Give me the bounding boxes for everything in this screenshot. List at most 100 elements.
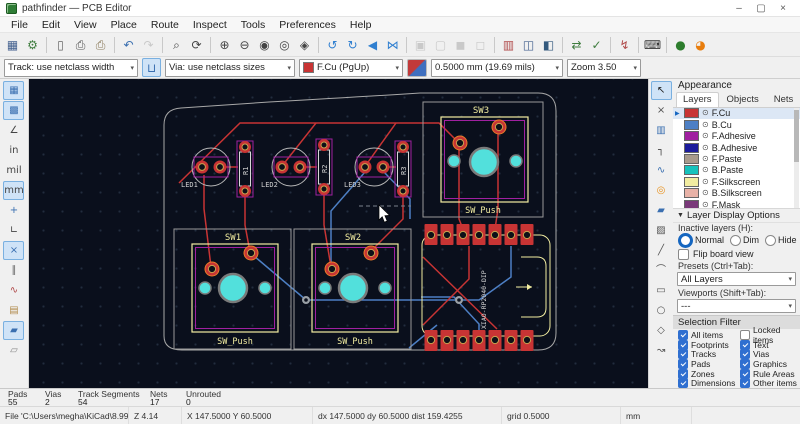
menu-tools[interactable]: Tools [234,19,273,31]
draw-line-button[interactable]: ╱ [651,241,672,260]
tab-layers[interactable]: Layers [676,92,719,107]
layer-color-swatch[interactable] [684,165,699,176]
select-tool-button[interactable]: ↖ [650,81,672,100]
layer-color-swatch[interactable] [684,108,699,119]
layer-visibility-eye-icon[interactable]: ⊙ [702,200,709,208]
highlight-net-button[interactable]: × [651,101,672,120]
menu-preferences[interactable]: Preferences [272,19,343,31]
layer-row-f-paste[interactable]: ⊙ F.Paste [673,153,800,164]
footprint-browser-button[interactable]: ◫ [519,35,538,54]
grid-overrides-button[interactable]: ▩ [3,101,25,120]
grid-visibility-button[interactable]: ▦ [3,81,25,100]
layer-visibility-eye-icon[interactable]: ⊙ [702,143,709,152]
cleanup-tracks-button[interactable]: ↯ [615,35,634,54]
layer-row-b-paste[interactable]: ⊙ B.Paste [673,165,800,176]
ratsnest-visibility-button[interactable]: × [3,241,25,260]
menu-place[interactable]: Place [104,19,144,31]
track-width-select[interactable]: Track: use netclass width ▾ [4,58,138,77]
place-leader-button[interactable]: ↝ [651,341,672,360]
filter-checkbox[interactable] [678,368,688,379]
zoom-fit-objects-button[interactable]: ◎ [275,35,294,54]
filter-checkbox[interactable] [740,349,750,360]
menu-file[interactable]: File [4,19,35,31]
footprint-r1[interactable]: R1 [236,140,254,198]
zoom-in-button[interactable]: ⊕ [215,35,234,54]
plugin-pcb-button[interactable]: ● [671,35,690,54]
layer-color-swatch[interactable] [684,199,699,208]
rotate-cw-button[interactable]: ↻ [343,35,362,54]
add-via-button[interactable]: ◎ [651,181,672,200]
filter-checkbox[interactable] [678,378,688,389]
menu-help[interactable]: Help [343,19,379,31]
menu-edit[interactable]: Edit [35,19,67,31]
footprint-led1[interactable]: LED1 [181,147,231,189]
active-layer-select[interactable]: F.Cu (PgUp) ▾ [299,58,403,77]
page-settings-button[interactable]: ▯ [51,35,70,54]
layer-visibility-eye-icon[interactable]: ⊙ [702,177,709,186]
mirror-button[interactable]: ⋈ [383,35,402,54]
filter-checkbox[interactable] [740,359,750,370]
layer-color-swatch[interactable] [684,153,699,164]
footprint-r3[interactable]: R3 [394,140,412,198]
filter-checkbox[interactable] [678,349,688,360]
draw-rectangle-button[interactable]: ▭ [651,281,672,300]
add-rule-area-button[interactable]: ▨ [651,221,672,240]
tab-nets[interactable]: Nets [767,92,800,107]
flip-board-view-checkbox[interactable] [678,248,689,260]
footprint-sw3[interactable]: SW3 SW_Push [422,101,544,218]
print-button[interactable]: ⎙ [71,35,90,54]
footprint-xiao-rp2040[interactable]: XIAO-RP2040-DIP [421,224,551,351]
presets-select[interactable]: All Layers ▾ [677,272,796,287]
zone-fill-mode-button[interactable]: ▰ [3,321,25,340]
filter-checkbox[interactable] [740,378,750,389]
minimize-button[interactable]: – [728,3,750,14]
layer-row-b-adhesive[interactable]: ⊙ B.Adhesive [673,142,800,153]
units-mm-button[interactable]: mm [3,181,25,200]
footprint-led3[interactable]: LED3 [344,147,394,189]
cursor-shape-button[interactable]: + [3,201,24,220]
layer-list-scrollbar[interactable] [794,107,799,208]
layer-row-f-silkscreen[interactable]: ⊙ F.Silkscreen [673,176,800,187]
layer-color-swatch[interactable] [684,131,699,142]
zoom-out-button[interactable]: ⊖ [235,35,254,54]
filter-checkbox[interactable] [740,339,750,350]
layer-visibility-eye-icon[interactable]: ⊙ [702,120,709,129]
footprint-sw1[interactable]: SW1 SW_Push [173,228,292,350]
save-button[interactable]: ▦ [3,35,22,54]
maximize-button[interactable]: ▢ [750,3,772,14]
update-pcb-from-schematic-button[interactable]: ⇄ [567,35,586,54]
draw-polygon-button[interactable]: ◇ [651,321,672,340]
full-window-crosshair-button[interactable]: ∟ [3,221,24,240]
plot-button[interactable]: ⎙ [91,35,110,54]
refresh-button[interactable]: ⟳ [187,35,206,54]
viewports-select[interactable]: --- ▾ [677,299,796,314]
filter-checkbox[interactable] [678,339,688,350]
layer-visibility-eye-icon[interactable]: ⊙ [702,166,709,174]
flip-board-view-button[interactable]: ◀ [363,35,382,54]
plugin-blender-button[interactable]: ◕ [691,35,710,54]
draw-circle-button[interactable]: ○ [651,301,672,320]
filter-checkbox[interactable] [740,330,750,341]
menu-inspect[interactable]: Inspect [186,19,234,31]
layer-color-swatch[interactable] [684,142,699,153]
menu-route[interactable]: Route [144,19,186,31]
layer-row-f-adhesive[interactable]: ⊙ F.Adhesive [673,131,800,142]
footprint-r2[interactable]: R2 [315,138,333,196]
add-zone-button[interactable]: ▰ [651,201,672,220]
layer-display-options-header[interactable]: ▼ Layer Display Options [673,209,800,223]
radio-normal[interactable] [678,232,693,248]
layer-visibility-eye-icon[interactable]: ⊙ [702,109,709,117]
close-button[interactable]: × [772,3,794,14]
undo-button[interactable]: ↶ [119,35,138,54]
layer-visibility-eye-icon[interactable]: ⊙ [702,132,709,140]
footprint-sw2[interactable]: SW2 SW_Push [293,228,412,350]
units-inches-button[interactable]: in [3,141,24,160]
filter-checkbox[interactable] [678,330,688,341]
route-differential-pairs-button[interactable]: ∿ [651,161,672,180]
tab-objects[interactable]: Objects [720,92,766,107]
route-tracks-button[interactable]: ┐ [651,141,672,160]
layer-visibility-eye-icon[interactable]: ⊙ [702,189,709,197]
design-rules-check-button[interactable]: ✓ [587,35,606,54]
layer-color-swatch[interactable] [684,176,699,187]
polar-coordinates-button[interactable]: ∠ [3,121,24,140]
